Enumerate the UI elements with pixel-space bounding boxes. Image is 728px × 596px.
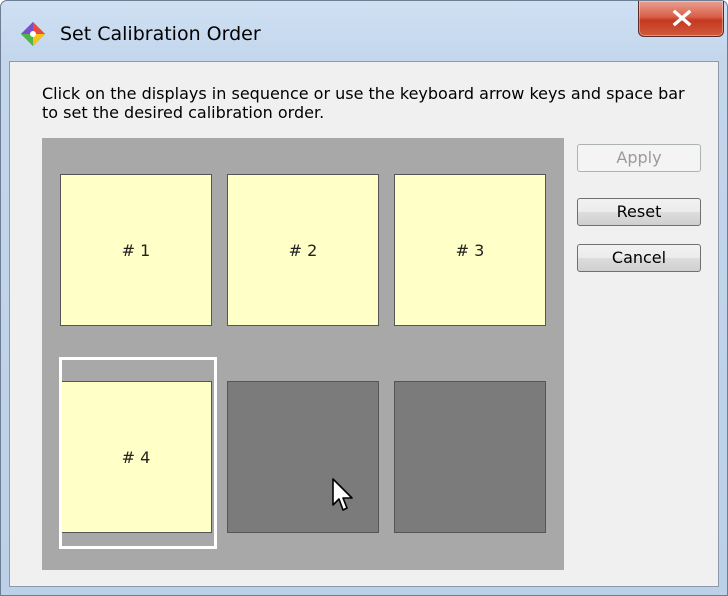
title-bar[interactable]: Set Calibration Order bbox=[1, 1, 727, 61]
calibration-app-icon bbox=[21, 22, 45, 46]
display-tile-label: # 1 bbox=[121, 241, 151, 260]
instructions-text: Click on the displays in sequence or use… bbox=[42, 84, 685, 122]
display-tile-1[interactable]: # 1 bbox=[60, 174, 212, 326]
close-icon bbox=[672, 9, 692, 27]
display-tile-2[interactable]: # 2 bbox=[227, 174, 379, 326]
display-tile-label: # 2 bbox=[288, 241, 318, 260]
dialog-content: Click on the displays in sequence or use… bbox=[9, 61, 719, 587]
close-button[interactable] bbox=[638, 1, 724, 37]
display-tile-label: # 3 bbox=[455, 241, 485, 260]
cancel-button[interactable]: Cancel bbox=[577, 244, 701, 272]
display-tile-3[interactable]: # 3 bbox=[394, 174, 546, 326]
dialog-window: Set Calibration Order Click on the displ… bbox=[0, 0, 728, 596]
display-tile-6[interactable] bbox=[394, 381, 546, 533]
selection-outline bbox=[59, 357, 217, 549]
reset-button[interactable]: Reset bbox=[577, 198, 701, 226]
mouse-pointer-icon bbox=[332, 478, 353, 511]
apply-button[interactable]: Apply bbox=[577, 144, 701, 172]
window-title: Set Calibration Order bbox=[60, 23, 261, 45]
